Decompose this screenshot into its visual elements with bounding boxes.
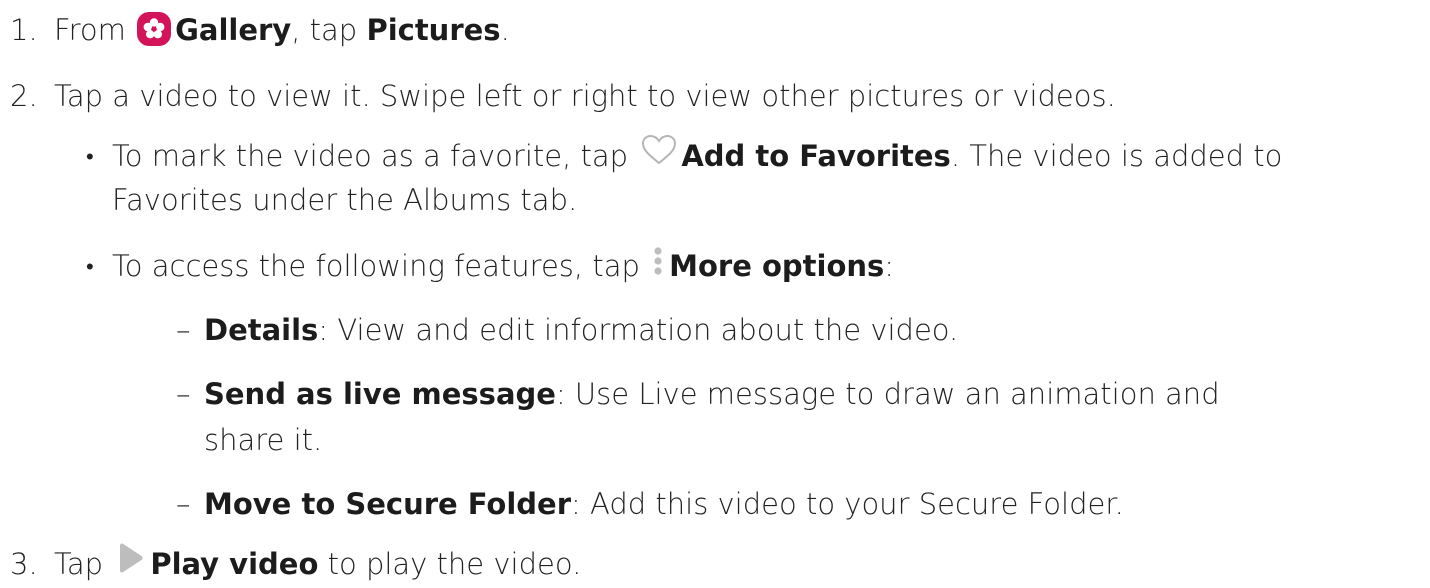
instructions-document: 1. From Gallery, tap Pictures. 2. Tap a vi… [0, 0, 1430, 588]
step-3: 3. Tap Play video to play the video. [10, 542, 582, 587]
option-move-secure-folder: – Move to Secure Folder: Add this video t… [176, 484, 1124, 524]
bullet-favorite-continued: Favorites under the Albums tab. [112, 180, 577, 220]
play-video-label: Play video [150, 547, 319, 581]
step-2: 2. Tap a video to view it. Swipe left or … [10, 76, 1116, 116]
step-number: 3. [10, 547, 38, 581]
option-text: : Use Live message to draw an animation … [555, 377, 1220, 411]
more-options-icon [653, 246, 663, 286]
step-text: Tap a video to view it. Swipe left or ri… [54, 79, 1116, 113]
play-icon [116, 542, 144, 584]
bullet-mark: • [86, 255, 94, 280]
step-1: 1. From Gallery, tap Pictures. [10, 10, 510, 50]
more-options-label: More options [669, 249, 885, 283]
bullet-text: To mark the video as a favorite, tap [112, 139, 638, 173]
dash-mark: – [176, 487, 191, 521]
step-text: From [54, 13, 136, 47]
bullet-text: : [884, 249, 895, 283]
step-number: 2. [10, 79, 38, 113]
step-text: , tap [291, 13, 367, 47]
option-details: – Details: View and edit information abou… [176, 310, 958, 350]
add-to-favorites-label: Add to Favorites [681, 139, 951, 173]
pictures-label: Pictures [366, 13, 501, 47]
option-text: : View and edit information about the vi… [318, 313, 959, 347]
step-text: to play the video. [318, 547, 582, 581]
details-label: Details [204, 313, 319, 347]
option-send-live-message-continued: share it. [204, 420, 322, 460]
dash-mark: – [176, 313, 191, 347]
option-send-live-message: – Send as live message: Use Live message … [176, 374, 1220, 414]
bullet-mark: • [86, 145, 94, 170]
option-text: : Add this video to your Secure Folder. [571, 487, 1124, 521]
send-as-live-message-label: Send as live message [204, 377, 556, 411]
step-text: . [500, 13, 510, 47]
bullet-text: Favorites under the Albums tab. [112, 183, 578, 217]
dash-mark: – [176, 377, 191, 411]
bullet-text: . The video is added to [950, 139, 1283, 173]
option-text: share it. [204, 423, 323, 457]
bullet-more-options: • To access the following features, tap M… [86, 246, 894, 288]
step-number: 1. [10, 13, 38, 47]
heart-outline-icon [641, 134, 677, 176]
gallery-app-icon [137, 12, 172, 46]
bullet-favorite: • To mark the video as a favorite, tap Ad… [86, 134, 1283, 179]
step-text: Tap [54, 547, 113, 581]
move-to-secure-folder-label: Move to Secure Folder [204, 487, 572, 521]
bullet-text: To access the following features, tap [112, 249, 650, 283]
gallery-label: Gallery [175, 13, 292, 47]
